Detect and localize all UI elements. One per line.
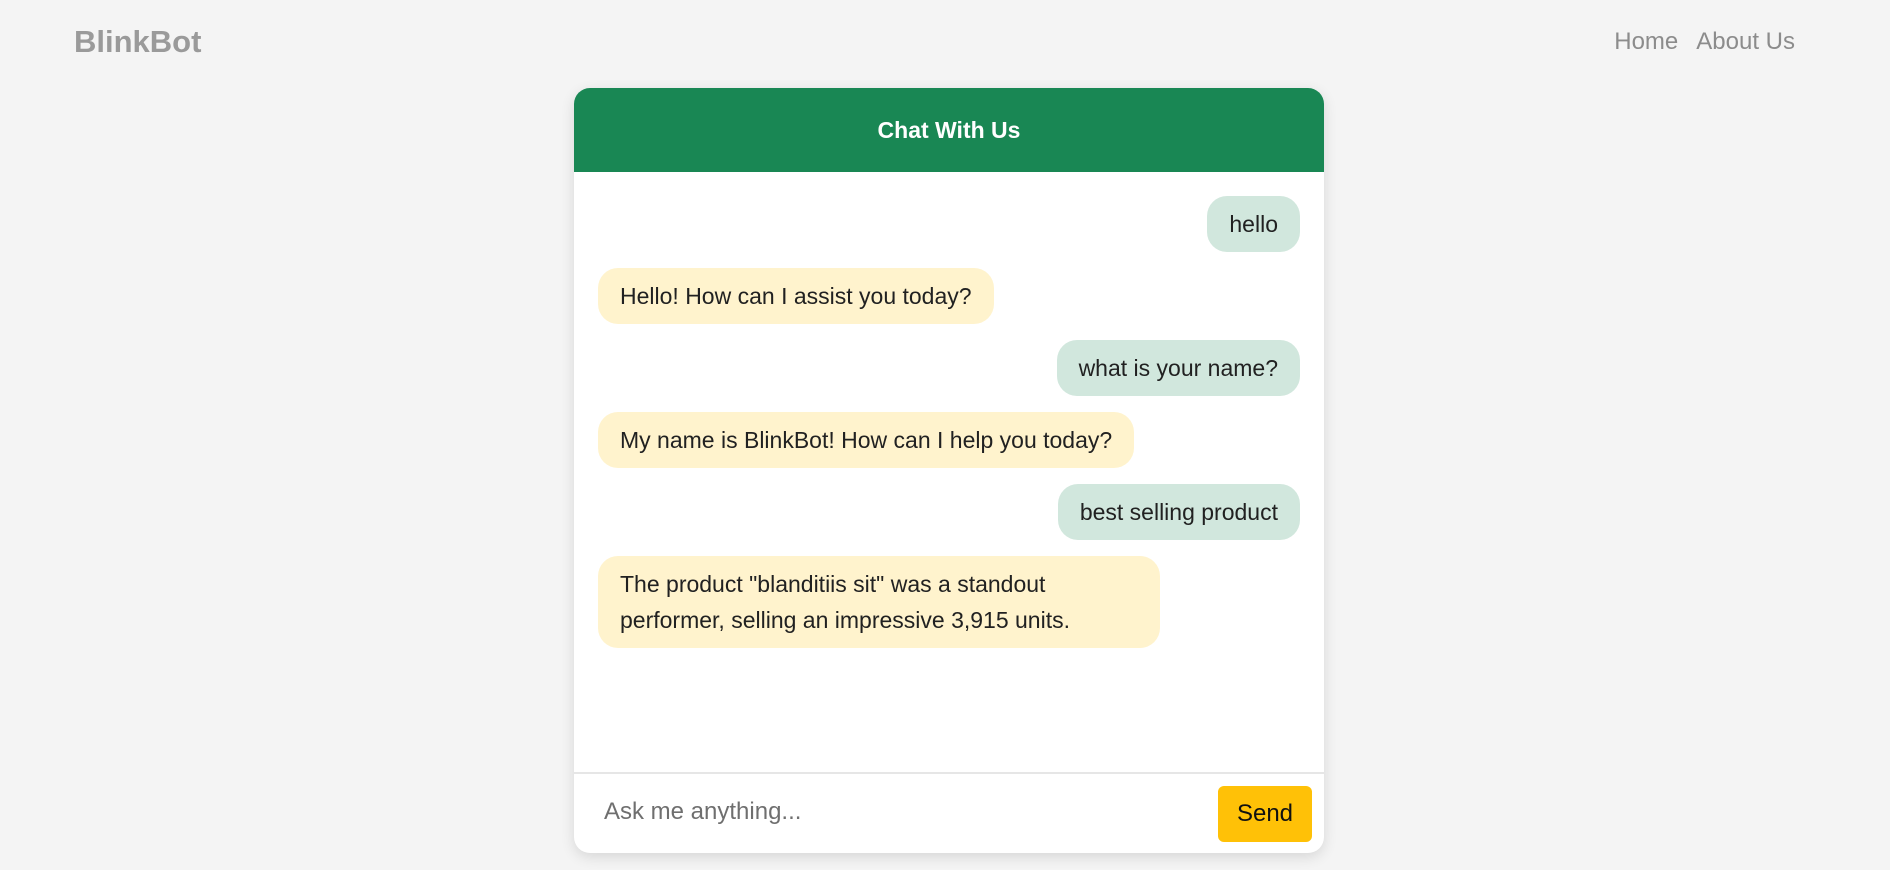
nav-link-home[interactable]: Home: [1614, 28, 1678, 56]
chat-header: Chat With Us: [574, 88, 1324, 172]
bot-message: My name is BlinkBot! How can I help you …: [598, 412, 1135, 468]
nav-link-about-us[interactable]: About Us: [1696, 28, 1795, 56]
bot-message: The product "blanditiis sit" was a stand…: [598, 556, 1160, 648]
navbar: BlinkBot Home About Us: [0, 0, 1890, 86]
brand-logo[interactable]: BlinkBot: [74, 24, 201, 60]
chat-input-bar: Send: [574, 772, 1324, 853]
user-message: hello: [1207, 196, 1300, 252]
bot-message: Hello! How can I assist you today?: [598, 268, 994, 324]
nav-links: Home About Us: [1614, 28, 1795, 56]
message-list[interactable]: hello Hello! How can I assist you today?…: [574, 172, 1324, 760]
chat-input[interactable]: [586, 784, 1166, 840]
user-message: best selling product: [1057, 484, 1300, 540]
chat-title: Chat With Us: [877, 116, 1021, 143]
send-button[interactable]: Send: [1218, 786, 1312, 842]
user-message: what is your name?: [1056, 340, 1300, 396]
chat-window: Chat With Us hello Hello! How can I assi…: [574, 88, 1324, 853]
